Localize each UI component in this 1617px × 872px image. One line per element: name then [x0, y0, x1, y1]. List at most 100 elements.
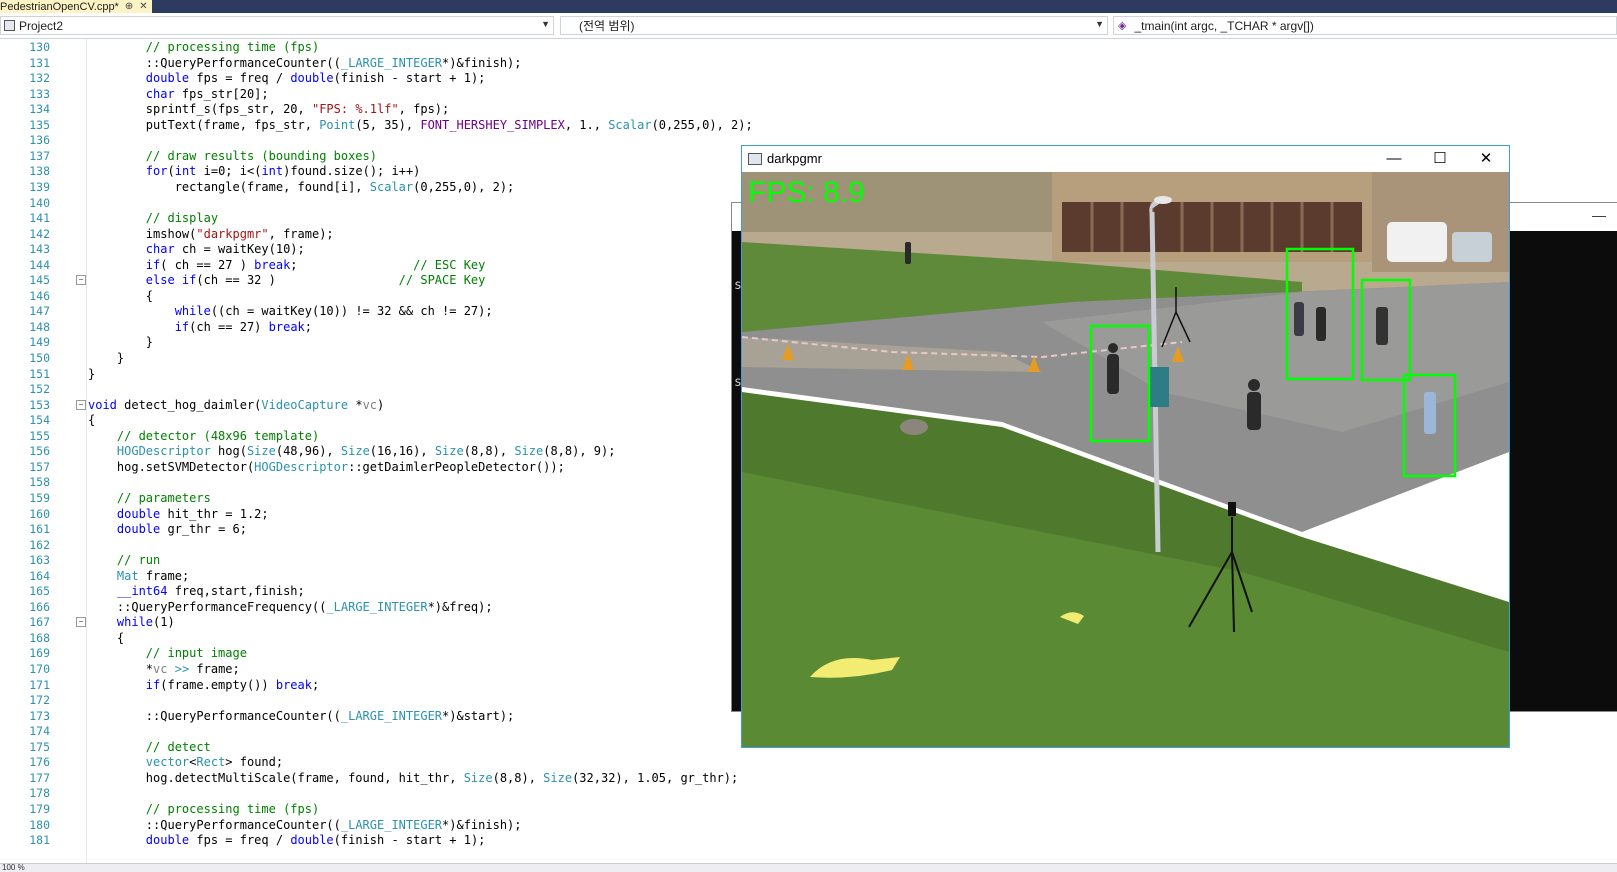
line-number: 142: [29, 226, 50, 241]
code-text: char ch = waitKey(10);: [145, 242, 305, 257]
code-text: {: [88, 630, 125, 645]
rock: [900, 419, 928, 435]
code-text: }: [88, 366, 96, 381]
code-text: void detect_hog_daimler(VideoCapture *vc…: [88, 397, 385, 412]
line-number: 152: [29, 382, 50, 397]
line-number: 168: [29, 630, 50, 645]
tab-filename: PedestrianOpenCV.cpp*: [0, 0, 119, 13]
code-text: double hit_thr = 1.2;: [116, 506, 269, 521]
project-label: Project2: [19, 18, 64, 33]
maximize-button[interactable]: ☐: [1417, 146, 1463, 172]
line-number: 166: [29, 599, 50, 614]
line-number: 130: [29, 40, 50, 54]
line-number: 165: [29, 584, 50, 599]
line-number: 134: [29, 102, 50, 117]
code-text: if( ch == 27 ) break; // ESC Key: [145, 257, 486, 272]
function-dropdown[interactable]: ◈ _tmain(int argc, _TCHAR * argv[]): [1113, 16, 1617, 35]
line-number: 172: [29, 693, 50, 708]
function-icon: ◈: [1118, 20, 1127, 32]
line-number: 163: [29, 553, 50, 568]
code-text: // processing time (fps): [145, 40, 320, 54]
code-text: // processing time (fps): [145, 801, 320, 816]
code-text: *vc >> frame;: [88, 662, 240, 676]
code-text: ::QueryPerformanceCounter((_LARGE_INTEGE…: [88, 708, 515, 723]
line-number: 143: [29, 242, 50, 257]
window-title: darkpgmr: [767, 151, 822, 166]
close-button[interactable]: ✕: [1463, 146, 1509, 172]
line-number: 156: [29, 444, 50, 459]
line-number: 131: [29, 55, 50, 70]
code-text: // detector (48x96 template): [116, 428, 320, 443]
line-number: 140: [29, 195, 50, 210]
line-number: 164: [29, 568, 50, 583]
fps-overlay: FPS: 8.9: [748, 176, 865, 209]
project-icon: [4, 20, 15, 31]
line-number: 145: [29, 273, 50, 288]
code-text: putText(frame, fps_str, Point(5, 35), FO…: [88, 117, 753, 132]
code-text: vector<Rect> found;: [145, 755, 284, 770]
close-tab-icon[interactable]: ✕: [139, 1, 147, 12]
code-text: ::QueryPerformanceCounter((_LARGE_INTEGE…: [88, 817, 522, 832]
line-number: 150: [29, 351, 50, 365]
line-number: 135: [29, 117, 50, 132]
line-number: 171: [29, 677, 50, 692]
code-text: if(frame.empty()) break;: [145, 677, 320, 692]
code-text: double gr_thr = 6;: [116, 522, 247, 537]
parked-car: [1452, 232, 1492, 262]
line-number: 175: [29, 739, 50, 754]
code-text: if(ch == 27) break;: [174, 319, 312, 334]
line-number: 153: [29, 397, 50, 412]
navigation-bar: Project2 ▼ (전역 범위) ▼ ◈ _tmain(int argc, …: [0, 13, 1617, 39]
minimize-button[interactable]: —: [1371, 146, 1417, 172]
code-text: imshow("darkpgmr", frame);: [88, 226, 334, 241]
camera-on-tripod: [1228, 502, 1236, 516]
line-number: 137: [29, 148, 50, 163]
minimize-icon[interactable]: —: [1592, 207, 1606, 223]
code-text: }: [88, 351, 125, 365]
line-number: 141: [29, 211, 50, 226]
collapse-icon[interactable]: −: [76, 275, 86, 286]
collapse-icon[interactable]: −: [76, 617, 86, 628]
code-text: hog.setSVMDetector(HOGDescriptor::getDai…: [88, 459, 565, 474]
code-text: }: [88, 335, 154, 350]
code-text: hog.detectMultiScale(frame, found, hit_t…: [88, 770, 739, 785]
line-number: 146: [29, 288, 50, 303]
code-text: // run: [116, 553, 161, 568]
line-number: 177: [29, 770, 50, 785]
code-text: // parameters: [116, 490, 211, 505]
line-number: 167: [29, 615, 50, 630]
code-text: sprintf_s(fps_str, 20, "FPS: %.1lf", fps…: [88, 102, 450, 117]
window-icon: [748, 153, 762, 165]
line-number: 158: [29, 475, 50, 490]
pin-icon[interactable]: ⊕: [125, 1, 133, 12]
white-van: [1387, 222, 1447, 262]
code-text: // detect: [145, 739, 211, 754]
line-number: 148: [29, 319, 50, 334]
line-number: 181: [29, 833, 50, 848]
scope-dropdown[interactable]: (전역 범위) ▼: [560, 16, 1108, 35]
line-number: 138: [29, 164, 50, 179]
line-number: 157: [29, 459, 50, 474]
code-text: ::QueryPerformanceCounter((_LARGE_INTEGE…: [88, 55, 522, 70]
project-dropdown[interactable]: Project2 ▼: [0, 16, 554, 35]
code-text: else if(ch == 32 ) // SPACE Key: [145, 273, 486, 288]
line-number: 174: [29, 724, 50, 739]
line-number: 147: [29, 304, 50, 319]
image-window-title-bar[interactable]: darkpgmr — ☐ ✕: [742, 146, 1509, 172]
tab-pedestrianopencv[interactable]: PedestrianOpenCV.cpp* ⊕ ✕: [0, 0, 152, 13]
code-text: {: [88, 288, 154, 303]
collapse-icon[interactable]: −: [76, 399, 86, 410]
code-text: while(1): [116, 615, 175, 630]
line-number: 139: [29, 179, 50, 194]
code-text: double fps = freq / double(finish - star…: [145, 71, 486, 86]
function-label: _tmain(int argc, _TCHAR * argv[]): [1134, 18, 1314, 33]
chevron-down-icon: ▼: [541, 19, 550, 29]
line-number: 151: [29, 366, 50, 381]
line-number: 155: [29, 428, 50, 443]
chevron-down-icon: ▼: [1095, 19, 1104, 29]
code-text: while((ch = waitKey(10)) != 32 && ch != …: [174, 304, 493, 319]
code-text: char fps_str[20];: [145, 86, 269, 101]
document-tab-strip: PedestrianOpenCV.cpp* ⊕ ✕: [0, 0, 1617, 13]
scope-label: (전역 범위): [579, 19, 635, 33]
image-window[interactable]: darkpgmr — ☐ ✕ FPS: 8.9: [741, 145, 1510, 748]
